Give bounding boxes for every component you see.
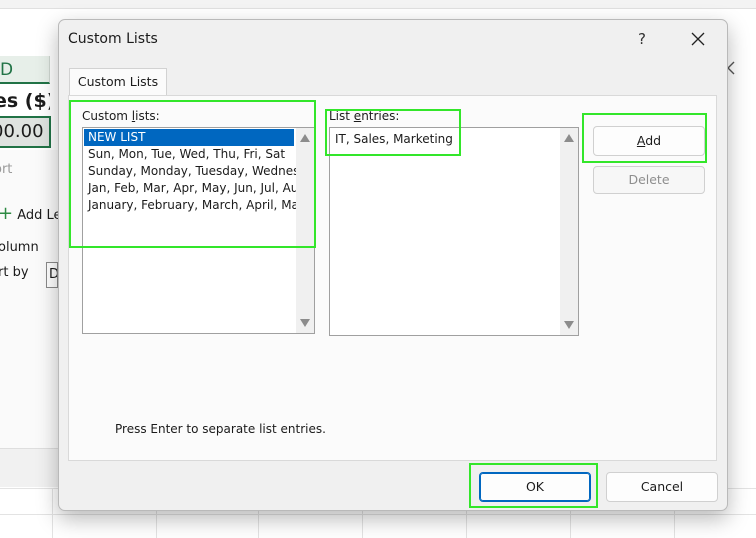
custom-lists-scrollbar[interactable] — [296, 128, 314, 333]
custom-lists-panel: Custom lists: NEW LIST Sun, Mon, Tue, We… — [68, 95, 717, 461]
close-button[interactable] — [683, 26, 713, 52]
column-label-fragment: olumn — [0, 240, 39, 255]
delete-button[interactable]: Delete — [593, 166, 705, 194]
list-entries-textarea[interactable]: IT, Sales, Marketing — [329, 127, 579, 336]
sort-by-label-fragment: rt by — [0, 265, 29, 280]
sales-value-cell[interactable]: 00.00 — [0, 116, 51, 148]
list-item[interactable]: Sun, Mon, Tue, Wed, Thu, Fri, Sat — [84, 146, 294, 163]
scroll-up-icon[interactable] — [300, 134, 310, 142]
dialog-titlebar[interactable]: Custom Lists ? — [59, 20, 727, 58]
cancel-button[interactable]: Cancel — [606, 472, 718, 502]
sales-header-cell[interactable]: es ($) — [0, 86, 50, 116]
sort-by-dropdown[interactable]: D — [46, 262, 58, 288]
column-d-header[interactable]: D — [0, 56, 50, 84]
sort-title-fragment: ort — [0, 162, 13, 177]
scroll-down-icon[interactable] — [300, 319, 310, 327]
add-button[interactable]: Add — [593, 126, 705, 156]
custom-lists-label: Custom lists: — [82, 109, 160, 123]
help-button[interactable]: ? — [627, 28, 657, 52]
list-entries-label: List entries: — [329, 109, 400, 123]
sort-dialog-pane — [0, 150, 59, 486]
plus-icon: + — [0, 203, 14, 224]
tab-custom-lists[interactable]: Custom Lists — [69, 68, 167, 96]
grid-line — [52, 488, 53, 538]
custom-lists-listbox[interactable]: NEW LIST Sun, Mon, Tue, Wed, Thu, Fri, S… — [82, 127, 315, 334]
sort-pane-footer — [0, 448, 58, 487]
list-item[interactable]: January, February, March, April, May, Ju… — [84, 197, 314, 214]
list-item[interactable]: Sunday, Monday, Tuesday, Wednesday, Thur… — [84, 163, 314, 180]
list-entries-scrollbar[interactable] — [560, 128, 578, 335]
scroll-up-icon[interactable] — [564, 134, 574, 142]
scroll-down-icon[interactable] — [564, 321, 574, 329]
ribbon-strip — [0, 0, 756, 9]
list-item[interactable]: NEW LIST — [84, 129, 294, 146]
custom-lists-dialog: Custom Lists ? Custom Lists Custom lists… — [58, 19, 728, 511]
list-item[interactable]: Jan, Feb, Mar, Apr, May, Jun, Jul, Aug, … — [84, 180, 314, 197]
hint-text: Press Enter to separate list entries. — [115, 422, 326, 436]
close-icon — [691, 32, 705, 46]
grid-line — [0, 514, 756, 515]
ok-button[interactable]: OK — [479, 472, 591, 502]
list-entries-value: IT, Sales, Marketing — [335, 132, 453, 146]
add-level-button[interactable]: + Add Le — [0, 202, 58, 226]
dialog-title: Custom Lists — [68, 31, 158, 47]
